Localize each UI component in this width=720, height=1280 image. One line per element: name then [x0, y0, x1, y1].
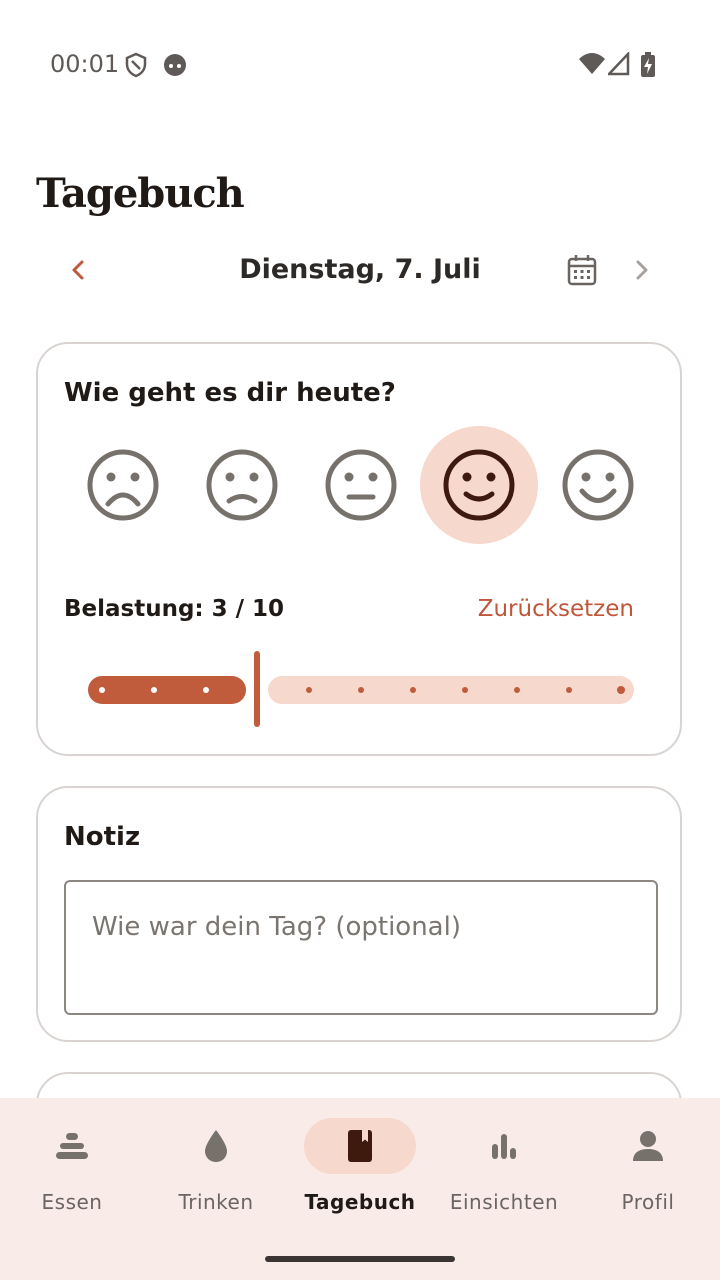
- food-stack-icon: [56, 1133, 88, 1159]
- note-input[interactable]: [66, 882, 656, 972]
- journal-icon: [348, 1130, 372, 1162]
- note-field[interactable]: [64, 880, 658, 1015]
- note-card: Notiz: [36, 786, 682, 1042]
- slider-handle: [254, 651, 260, 727]
- mood-neutral[interactable]: [302, 426, 420, 544]
- mood-question: Wie geht es dir heute?: [64, 378, 396, 408]
- slider-active-track: [88, 676, 246, 704]
- mood-happy[interactable]: [420, 426, 538, 544]
- chevron-right-icon: [636, 260, 648, 280]
- next-day-button[interactable]: [622, 252, 662, 288]
- nav-pill: [304, 1118, 416, 1174]
- nav-pill: [16, 1118, 128, 1174]
- slider-tick: [151, 687, 157, 693]
- battery-charging-icon: [641, 52, 655, 77]
- very-sad-face-icon: [87, 449, 159, 521]
- android-face-icon: [164, 54, 186, 76]
- mood-sad[interactable]: [183, 426, 301, 544]
- nav-item-trinken[interactable]: Trinken: [144, 1118, 288, 1228]
- slider-inactive-track: [268, 676, 634, 704]
- nav-label: Trinken: [178, 1190, 254, 1214]
- slider-tick: [410, 687, 416, 693]
- person-icon: [633, 1131, 663, 1161]
- page-title: Tagebuch: [36, 170, 245, 217]
- nav-item-tagebuch[interactable]: Tagebuch: [288, 1118, 432, 1228]
- calendar-button[interactable]: [562, 252, 602, 288]
- nav-label: Tagebuch: [304, 1190, 416, 1214]
- slider-tick: [306, 687, 312, 693]
- mood-very-happy[interactable]: [539, 426, 657, 544]
- happy-face-icon: [443, 449, 515, 521]
- stress-label: Belastung: 3 / 10: [64, 596, 285, 622]
- bar-chart-icon: [492, 1134, 516, 1159]
- note-title: Notiz: [64, 822, 141, 852]
- nav-pill: [160, 1118, 272, 1174]
- water-drop-icon: [205, 1130, 227, 1162]
- nav-label: Essen: [41, 1190, 103, 1214]
- slider-tick: [566, 687, 572, 693]
- status-time: 00:01: [50, 50, 120, 78]
- nav-item-essen[interactable]: Essen: [0, 1118, 144, 1228]
- date-navigation: Dienstag, 7. Juli: [0, 240, 720, 300]
- neutral-face-icon: [325, 449, 397, 521]
- nav-label: Einsichten: [449, 1190, 559, 1214]
- nav-item-profil[interactable]: Profil: [576, 1118, 720, 1228]
- wifi-icon: [579, 53, 605, 74]
- slider-tick: [617, 686, 625, 694]
- stress-slider[interactable]: [88, 649, 636, 729]
- mood-very-sad[interactable]: [64, 426, 182, 544]
- bottom-navigation: Essen Trinken Tagebuch Einsichten Profil: [0, 1098, 720, 1280]
- slider-tick: [99, 687, 105, 693]
- slider-tick: [358, 687, 364, 693]
- very-happy-face-icon: [562, 449, 634, 521]
- sad-face-icon: [206, 449, 278, 521]
- nav-item-einsichten[interactable]: Einsichten: [432, 1118, 576, 1228]
- current-date: Dienstag, 7. Juli: [239, 254, 481, 285]
- nav-label: Profil: [621, 1190, 675, 1214]
- reset-button[interactable]: Zurücksetzen: [478, 596, 634, 622]
- vpn-shield-icon: [125, 52, 147, 78]
- nav-pill: [592, 1118, 704, 1174]
- calendar-icon: [567, 255, 597, 286]
- slider-tick: [514, 687, 520, 693]
- home-indicator[interactable]: [265, 1256, 455, 1262]
- signal-icon: [608, 52, 630, 76]
- mood-card: Wie geht es dir heute? Belastung: 3 / 10…: [36, 342, 682, 756]
- slider-tick: [462, 687, 468, 693]
- status-bar: 00:01: [0, 0, 720, 130]
- slider-tick: [203, 687, 209, 693]
- nav-pill: [448, 1118, 560, 1174]
